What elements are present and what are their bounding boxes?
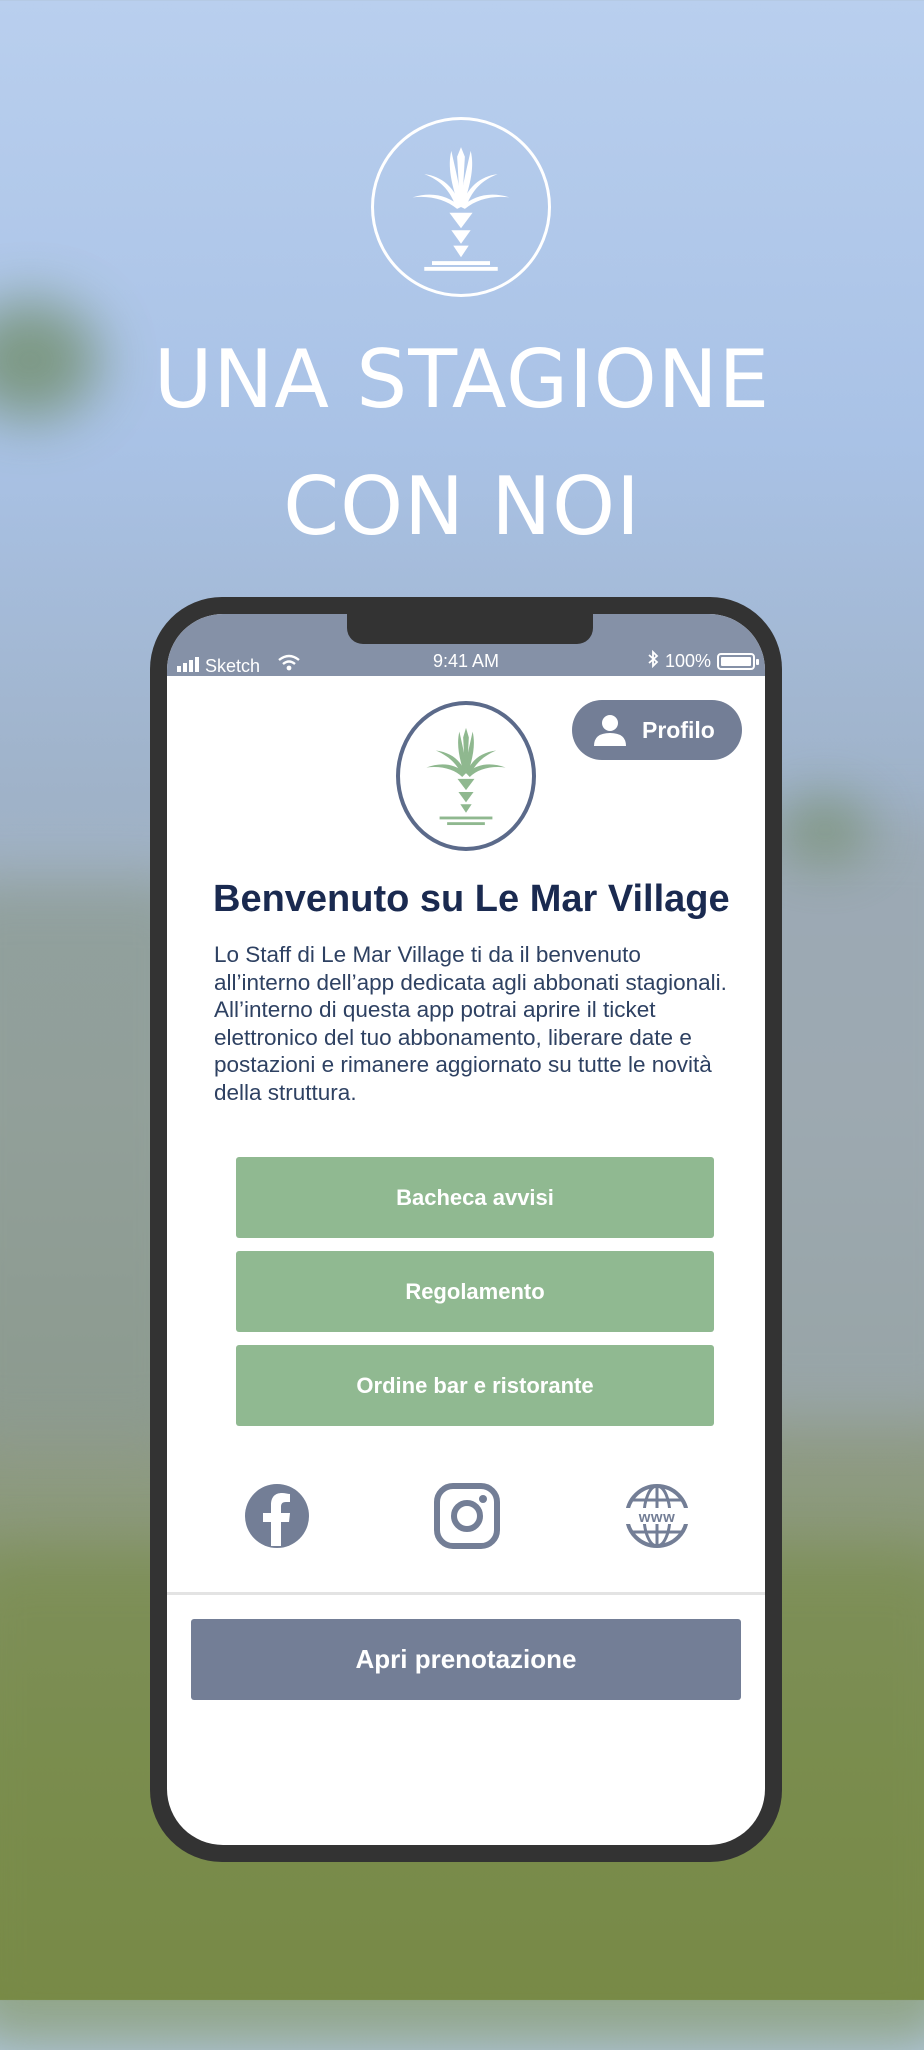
footer-divider	[167, 1592, 765, 1595]
promo-logo-icon	[371, 117, 551, 297]
bacheca-avvisi-button[interactable]: Bacheca avvisi	[236, 1157, 714, 1238]
battery-icon	[717, 653, 759, 670]
promo-headline-line1: UNA STAGIONE	[153, 333, 771, 426]
page-title: Benvenuto su Le Mar Village	[213, 878, 730, 920]
apri-prenotazione-button[interactable]: Apri prenotazione	[191, 1619, 741, 1700]
profile-label: Profilo	[642, 716, 715, 743]
svg-text:www: www	[638, 1509, 676, 1526]
phone-frame: Sketch 9:41 AM 100% Profilo Benvenuto su…	[150, 597, 782, 1862]
facebook-icon[interactable]	[243, 1482, 311, 1550]
phone-notch	[347, 614, 593, 644]
bacheca-avvisi-label: Bacheca avvisi	[396, 1184, 554, 1210]
regolamento-label: Regolamento	[405, 1278, 545, 1304]
status-right: 100%	[647, 649, 759, 673]
bluetooth-icon	[647, 649, 659, 673]
app-screen: Sketch 9:41 AM 100% Profilo Benvenuto su…	[167, 614, 765, 1845]
website-icon[interactable]: www	[623, 1482, 691, 1550]
status-bar: Sketch 9:41 AM 100%	[167, 614, 765, 676]
regolamento-button[interactable]: Regolamento	[236, 1251, 714, 1332]
promo-headline-line2: CON NOI	[283, 460, 641, 553]
ordine-bar-ristorante-button[interactable]: Ordine bar e ristorante	[236, 1345, 714, 1426]
app-logo-icon	[396, 701, 536, 851]
profile-button[interactable]: Profilo	[572, 700, 742, 760]
ordine-bar-ristorante-label: Ordine bar e ristorante	[356, 1372, 594, 1398]
intro-text: Lo Staff di Le Mar Village ti da il benv…	[214, 942, 727, 1105]
instagram-icon[interactable]	[433, 1482, 501, 1550]
apri-prenotazione-label: Apri prenotazione	[355, 1644, 577, 1674]
user-icon	[594, 715, 626, 746]
battery-percent: 100%	[664, 651, 711, 671]
